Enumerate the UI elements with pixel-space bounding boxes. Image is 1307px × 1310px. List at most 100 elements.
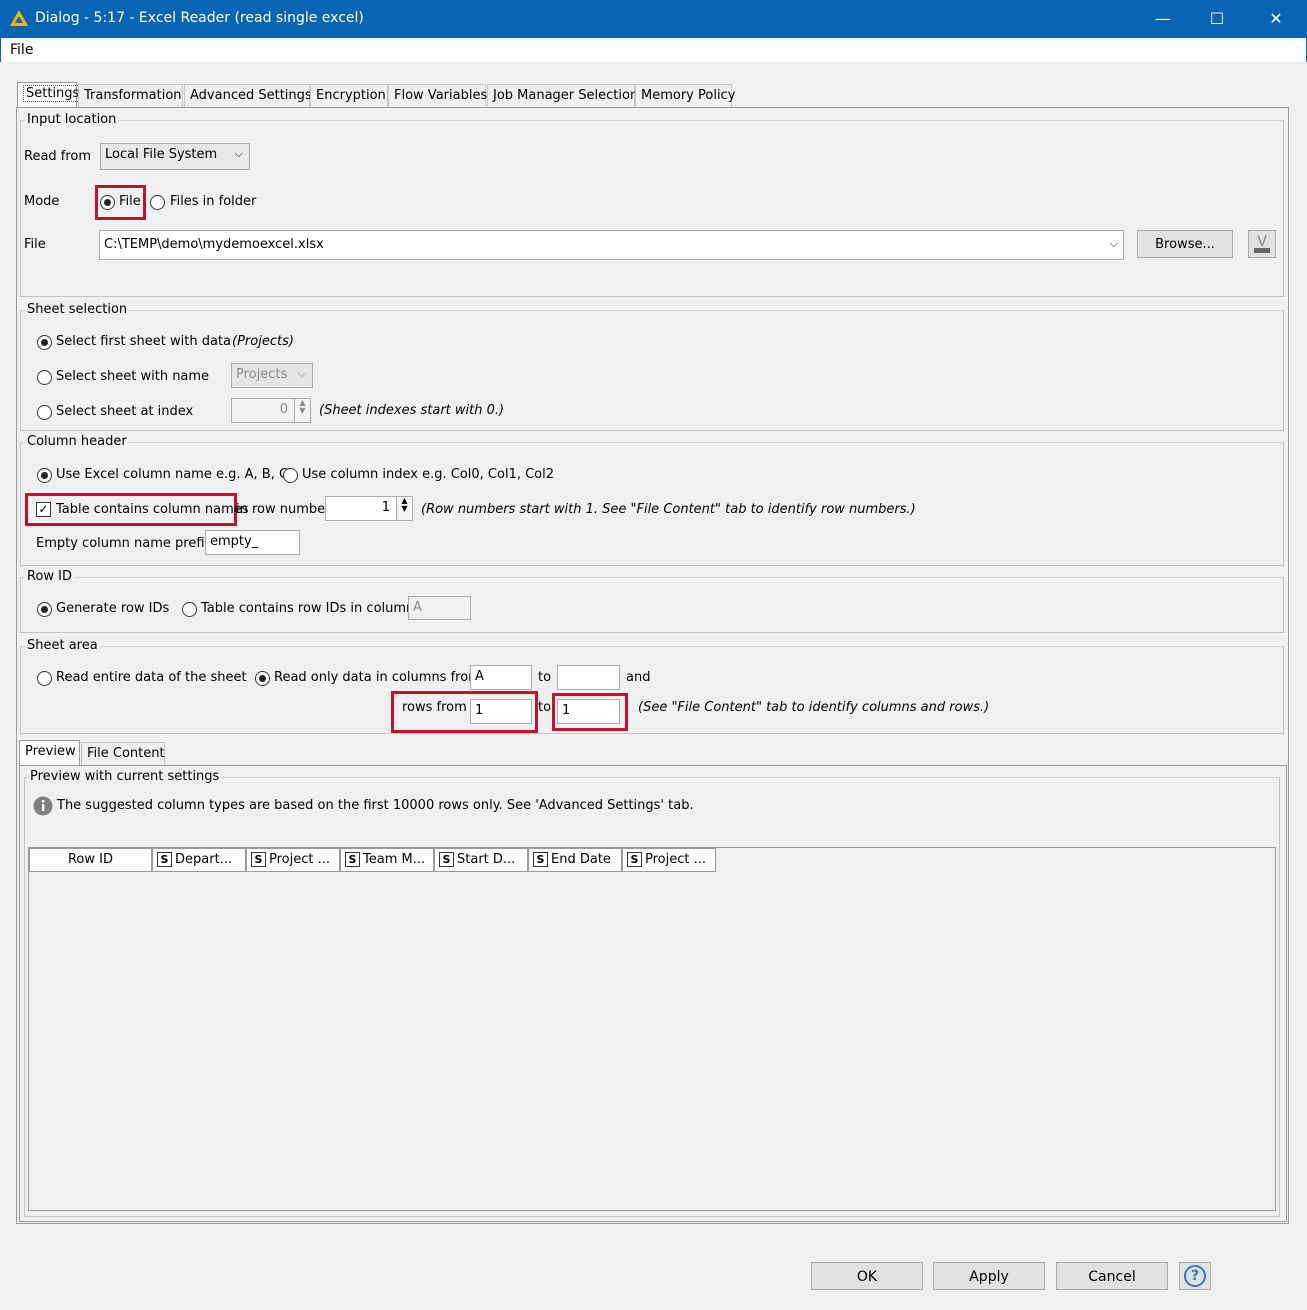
prefix-input[interactable]: empty_ — [205, 530, 300, 555]
tab-flow-variables[interactable]: Flow Variables — [388, 84, 487, 108]
mode-label: Mode — [24, 194, 60, 209]
generate-row-ids-radio[interactable] — [37, 602, 52, 617]
column-index-label: Use column index e.g. Col0, Col1, Col2 — [302, 467, 555, 482]
rows-to-label: to — [538, 700, 552, 715]
tab-memory-policy[interactable]: Memory Policy — [635, 84, 735, 108]
rows-from-label: rows from — [402, 700, 467, 715]
help-button[interactable]: ? — [1179, 1262, 1211, 1290]
chevron-down-icon: ⌵ — [234, 147, 243, 160]
info-icon — [33, 796, 53, 816]
chevron-down-icon[interactable]: ⌵ — [1110, 237, 1118, 251]
rows-to-input[interactable]: 1 — [557, 699, 620, 724]
help-icon: ? — [1184, 1265, 1206, 1287]
sheet-selection-legend: Sheet selection — [25, 302, 130, 317]
sheet-name-radio[interactable] — [37, 370, 52, 385]
sheet-index-hint: (Sheet indexes start with 0.) — [319, 403, 505, 418]
column-to-label: to — [538, 670, 552, 685]
svg-text:V: V — [1257, 234, 1267, 250]
and-label: and — [626, 670, 651, 685]
sheet-area-legend: Sheet area — [25, 638, 100, 653]
prefix-label: Empty column name prefix: — [36, 536, 217, 551]
tab-job-manager-selection[interactable]: Job Manager Selection — [487, 84, 638, 108]
preview-info-text: The suggested column types are based on … — [57, 798, 694, 813]
column-header-project-2[interactable]: S Project ... — [622, 848, 716, 872]
column-from-input[interactable]: A — [470, 665, 532, 690]
tab-transformation[interactable]: Transformation — [78, 84, 183, 108]
preview-table[interactable] — [28, 847, 1276, 1211]
excel-column-name-radio[interactable] — [37, 468, 52, 483]
mode-folder-label: Files in folder — [170, 194, 257, 209]
tab-preview[interactable]: Preview — [19, 740, 80, 766]
preview-legend: Preview with current settings — [28, 769, 222, 784]
first-sheet-radio[interactable] — [37, 335, 52, 350]
read-from-label: Read from — [24, 149, 92, 164]
minimize-icon[interactable]: — — [1140, 6, 1186, 32]
sheet-index-spinner[interactable]: 0 ▲ ▼ — [231, 398, 311, 423]
spinner-arrows-icon[interactable]: ▲ ▼ — [294, 399, 310, 422]
title-bar: Dialog - 5:17 - Excel Reader (read singl… — [0, 0, 1307, 38]
sheet-name-label: Select sheet with name — [56, 369, 210, 384]
column-header-department[interactable]: S Depart... — [152, 848, 246, 872]
row-number-hint: (Row numbers start with 1. See "File Con… — [421, 502, 916, 517]
first-sheet-hint: (Projects) — [232, 334, 294, 349]
menu-file[interactable]: File — [10, 42, 33, 58]
sheet-index-radio[interactable] — [37, 405, 52, 420]
flow-variable-button[interactable]: V — [1248, 230, 1276, 258]
file-label: File — [24, 237, 46, 252]
sheet-name-select[interactable]: Projects ⌵ — [231, 363, 313, 388]
column-index-radio[interactable] — [283, 468, 298, 483]
rows-from-input[interactable]: 1 — [470, 699, 532, 724]
read-entire-radio[interactable] — [37, 671, 52, 686]
string-type-icon: S — [439, 852, 454, 867]
read-from-select[interactable]: Local File System ⌵ — [100, 143, 250, 170]
read-only-radio[interactable] — [255, 671, 270, 686]
mode-folder-radio[interactable] — [150, 195, 165, 210]
row-id-column-radio[interactable] — [182, 602, 197, 617]
string-type-icon: S — [157, 852, 172, 867]
input-location-legend: Input location — [25, 112, 119, 127]
column-header-legend: Column header — [25, 434, 129, 449]
row-id-column-header[interactable]: Row ID — [29, 848, 152, 872]
knime-logo-icon — [10, 10, 28, 26]
file-path-input[interactable]: C:\TEMP\demo\mydemoexcel.xlsx ⌵ — [99, 230, 1124, 260]
browse-button[interactable]: Browse... — [1137, 230, 1233, 258]
row-number-label: in row number — [236, 502, 331, 517]
column-header-team-member[interactable]: S Team M... — [340, 848, 434, 872]
column-header-end-date[interactable]: S End Date — [528, 848, 622, 872]
mode-file-radio[interactable] — [100, 195, 115, 210]
cancel-button[interactable]: Cancel — [1056, 1262, 1168, 1290]
excel-column-name-label: Use Excel column name e.g. A, B, C — [56, 467, 289, 482]
column-names-checkbox[interactable]: ✓ — [36, 502, 51, 517]
string-type-icon: S — [251, 852, 266, 867]
column-header-start-date[interactable]: S Start D... — [434, 848, 528, 872]
row-id-column-input[interactable]: A — [408, 596, 471, 620]
maximize-icon[interactable]: ☐ — [1194, 6, 1240, 32]
first-sheet-label: Select first sheet with data — [56, 334, 232, 349]
generate-row-ids-label: Generate row IDs — [56, 601, 170, 616]
read-only-label: Read only data in columns from — [274, 670, 481, 685]
mode-file-label: File — [119, 194, 141, 209]
row-number-spinner[interactable]: 1 ▲ ▼ — [325, 496, 413, 521]
menu-bar: File — [0, 38, 1307, 62]
tab-settings[interactable]: Settings — [17, 82, 83, 108]
close-icon[interactable]: ✕ — [1253, 6, 1299, 32]
tab-encryption[interactable]: Encryption — [310, 84, 388, 108]
tab-advanced-settings[interactable]: Advanced Settings — [184, 84, 312, 108]
tab-file-content[interactable]: File Content — [81, 742, 165, 766]
apply-button[interactable]: Apply — [933, 1262, 1045, 1290]
ok-button[interactable]: OK — [811, 1262, 923, 1290]
chevron-down-icon: ⌵ — [297, 367, 306, 380]
row-id-legend: Row ID — [25, 569, 75, 584]
sheet-area-hint: (See "File Content" tab to identify colu… — [638, 700, 990, 715]
spinner-arrows-icon[interactable]: ▲ ▼ — [396, 497, 412, 520]
sheet-selection-group — [20, 310, 1284, 431]
sheet-index-label: Select sheet at index — [56, 404, 194, 419]
column-to-input[interactable] — [557, 665, 620, 690]
read-entire-label: Read entire data of the sheet — [56, 670, 247, 685]
sheet-area-group — [20, 646, 1284, 734]
column-names-label: Table contains column names — [56, 502, 249, 517]
string-type-icon: S — [345, 852, 360, 867]
column-header-project[interactable]: S Project ... — [246, 848, 340, 872]
window-title: Dialog - 5:17 - Excel Reader (read singl… — [35, 10, 364, 26]
row-id-column-label: Table contains row IDs in column — [201, 601, 415, 616]
